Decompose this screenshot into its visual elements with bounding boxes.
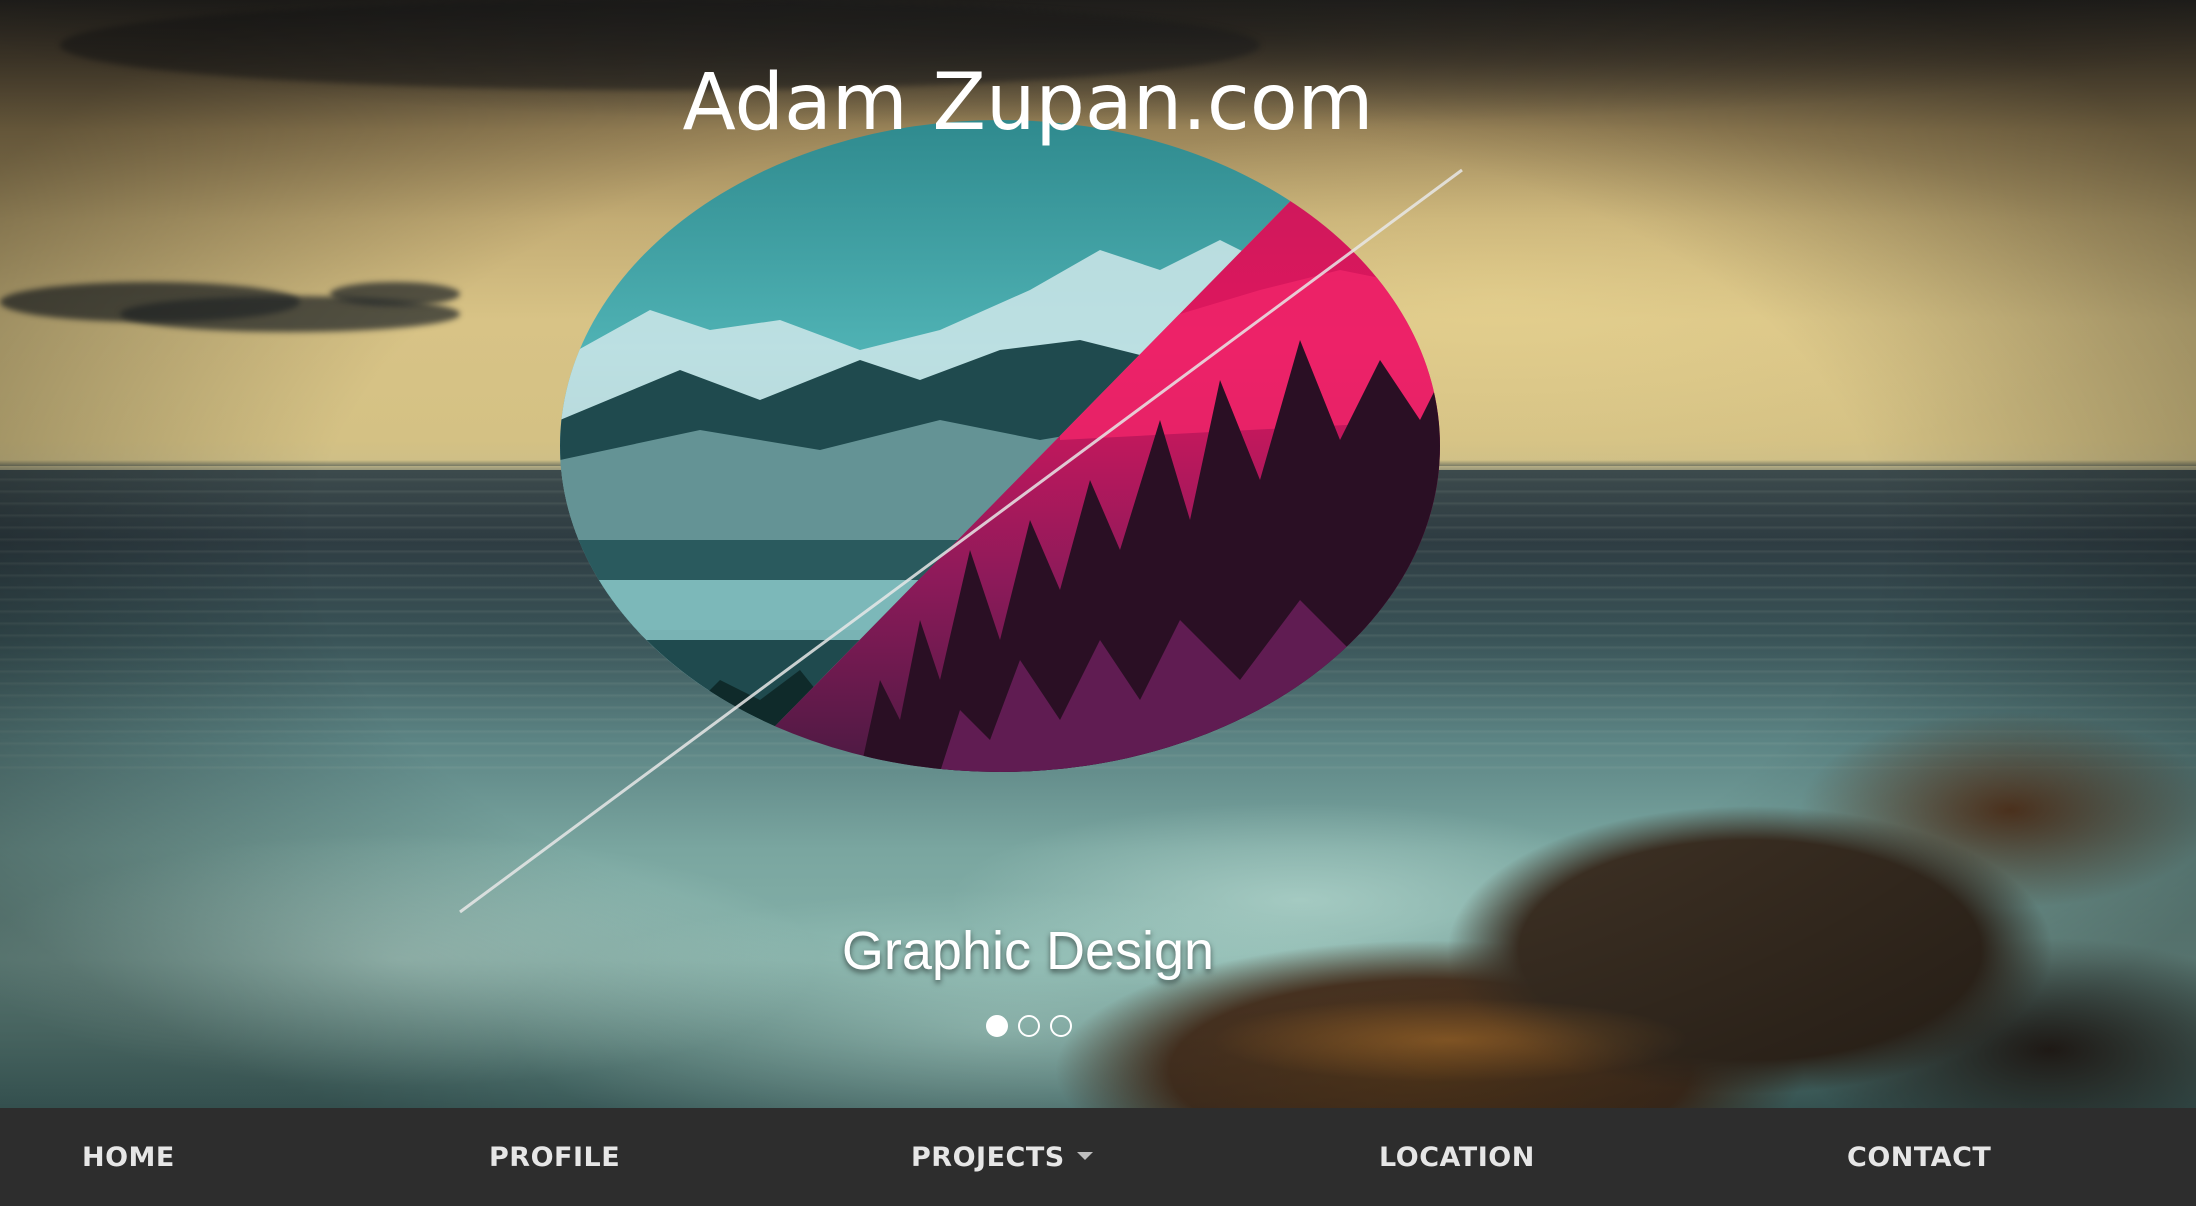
site-title[interactable]: Adam Zupan.com <box>0 58 2056 148</box>
slide-dot-1[interactable] <box>986 1015 1008 1037</box>
nav-home-label: HOME <box>82 1142 175 1173</box>
nav-home[interactable]: HOME <box>82 1142 175 1173</box>
hero-oval-artwork <box>560 120 1440 772</box>
slide-dot-3[interactable] <box>1050 1015 1072 1037</box>
caret-down-icon <box>1076 1151 1093 1160</box>
slide-dot-2[interactable] <box>1018 1015 1040 1037</box>
nav-location-label: LOCATION <box>1379 1142 1535 1173</box>
nav-projects[interactable]: PROJECTS <box>911 1142 1093 1173</box>
slider-pagination <box>986 1014 1086 1038</box>
slide-caption: Graphic Design <box>841 921 1215 981</box>
nav-profile[interactable]: PROFILE <box>489 1142 620 1173</box>
main-navbar: HOME PROFILE PROJECTS LOCATION CONTACT <box>0 1108 2196 1206</box>
nav-contact[interactable]: CONTACT <box>1847 1142 1991 1173</box>
nav-projects-label: PROJECTS <box>911 1142 1065 1173</box>
nav-profile-label: PROFILE <box>489 1142 621 1173</box>
nav-location[interactable]: LOCATION <box>1379 1142 1535 1173</box>
nav-contact-label: CONTACT <box>1847 1142 1992 1173</box>
